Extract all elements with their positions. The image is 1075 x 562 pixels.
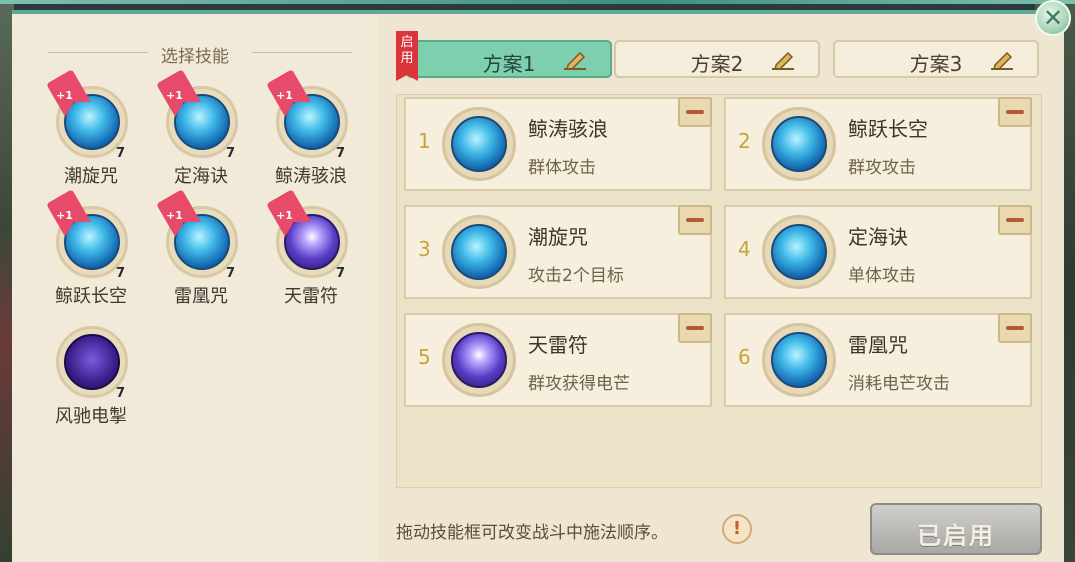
skill-slot-3[interactable]: 3 潮旋咒攻击2个目标 xyxy=(404,205,712,299)
minus-icon xyxy=(686,218,704,222)
slot-skill-name: 雷凰咒 xyxy=(848,333,908,357)
skill-card[interactable]: +1 7 雷凰咒 xyxy=(158,206,244,316)
enabled-button[interactable]: 已启用 xyxy=(870,503,1042,555)
skill-level: 7 xyxy=(336,266,346,281)
slot-skill-name: 天雷符 xyxy=(528,333,588,357)
tab-plan-3[interactable]: 方案3 xyxy=(833,40,1039,78)
skill-name: 天雷符 xyxy=(284,286,338,307)
skill-level: 7 xyxy=(336,146,346,161)
minus-icon xyxy=(1006,218,1024,222)
title-divider-right xyxy=(252,52,352,53)
close-button[interactable]: ✕ xyxy=(1035,0,1071,36)
skill-name: 定海诀 xyxy=(174,166,228,187)
remove-skill-button[interactable] xyxy=(678,97,712,127)
skill-icon xyxy=(64,334,120,390)
skill-slot-2[interactable]: 2 鲸跃长空群攻攻击 xyxy=(724,97,1032,191)
skill-level: 7 xyxy=(226,146,236,161)
drag-hint-text: 拖动技能框可改变战斗中施法顺序。 xyxy=(396,523,668,543)
minus-icon xyxy=(1006,326,1024,330)
info-symbol: ! xyxy=(732,518,742,539)
slot-skill-desc: 攻击2个目标 xyxy=(528,266,624,286)
upgrade-badge: +1 xyxy=(166,209,183,222)
slot-number: 3 xyxy=(418,237,431,261)
slot-icon-frame xyxy=(442,323,516,397)
skill-name: 鲸跃长空 xyxy=(55,286,127,307)
slot-skill-name: 定海诀 xyxy=(848,225,908,249)
skill-select-title: 选择技能 xyxy=(161,47,229,67)
slot-skill-name: 鲸涛骇浪 xyxy=(528,117,608,141)
slot-number: 6 xyxy=(738,345,751,369)
rename-pencil-icon[interactable] xyxy=(989,50,1015,70)
slot-icon-frame xyxy=(762,215,836,289)
slot-skill-name: 潮旋咒 xyxy=(528,225,588,249)
skill-level: 7 xyxy=(116,146,126,161)
skill-slot-1[interactable]: 1 鲸涛骇浪群体攻击 xyxy=(404,97,712,191)
upgrade-badge: +1 xyxy=(276,89,293,102)
slot-number: 4 xyxy=(738,237,751,261)
skill-icon xyxy=(451,224,507,280)
upgrade-badge: +1 xyxy=(56,89,73,102)
skill-slot-6[interactable]: 6 雷凰咒消耗电芒攻击 xyxy=(724,313,1032,407)
minus-icon xyxy=(686,110,704,114)
slot-icon-frame xyxy=(442,215,516,289)
skill-icon xyxy=(771,116,827,172)
slot-icon-frame xyxy=(762,107,836,181)
remove-skill-button[interactable] xyxy=(998,97,1032,127)
upgrade-badge: +1 xyxy=(276,209,293,222)
skill-card[interactable]: +1 7 潮旋咒 xyxy=(48,86,134,196)
rename-pencil-icon[interactable] xyxy=(770,50,796,70)
skill-card[interactable]: +1 7 天雷符 xyxy=(268,206,354,316)
skill-name: 雷凰咒 xyxy=(174,286,228,307)
skill-slot-5[interactable]: 5 天雷符群攻获得电芒 xyxy=(404,313,712,407)
enabled-badge: 启用 xyxy=(396,31,418,81)
skill-level: 7 xyxy=(226,266,236,281)
slot-icon-frame xyxy=(442,107,516,181)
skill-icon xyxy=(451,116,507,172)
skill-card[interactable]: 7 风驰电掣 xyxy=(48,326,134,436)
minus-icon xyxy=(686,326,704,330)
slot-icon-frame xyxy=(762,323,836,397)
remove-skill-button[interactable] xyxy=(998,313,1032,343)
skill-level: 7 xyxy=(116,386,126,401)
remove-skill-button[interactable] xyxy=(678,205,712,235)
tab-plan-1[interactable]: 方案1 xyxy=(406,40,612,78)
skill-card[interactable]: +1 7 鲸跃长空 xyxy=(48,206,134,316)
remove-skill-button[interactable] xyxy=(998,205,1032,235)
skill-name: 鲸涛骇浪 xyxy=(275,166,347,187)
enabled-button-label: 已启用 xyxy=(917,522,995,550)
minus-icon xyxy=(1006,110,1024,114)
slot-number: 1 xyxy=(418,129,431,153)
skill-card[interactable]: +1 7 鲸涛骇浪 xyxy=(268,86,354,196)
skill-icon xyxy=(771,224,827,280)
slot-skill-desc: 群攻攻击 xyxy=(848,158,916,178)
info-icon[interactable]: ! xyxy=(722,514,752,544)
upgrade-badge: +1 xyxy=(166,89,183,102)
slot-number: 5 xyxy=(418,345,431,369)
tab-plan-2[interactable]: 方案2 xyxy=(614,40,820,78)
skill-level: 7 xyxy=(116,266,126,281)
skill-name: 风驰电掣 xyxy=(55,406,127,427)
slot-skill-name: 鲸跃长空 xyxy=(848,117,928,141)
skill-slot-4[interactable]: 4 定海诀单体攻击 xyxy=(724,205,1032,299)
skill-name: 潮旋咒 xyxy=(64,166,118,187)
skill-card[interactable]: +1 7 定海诀 xyxy=(158,86,244,196)
close-icon: ✕ xyxy=(1042,4,1064,32)
skill-select-header: 选择技能 xyxy=(12,42,378,67)
slot-skill-desc: 单体攻击 xyxy=(848,266,916,286)
upgrade-badge: +1 xyxy=(56,209,73,222)
skill-icon xyxy=(771,332,827,388)
slot-skill-desc: 消耗电芒攻击 xyxy=(848,374,950,394)
slot-skill-desc: 群体攻击 xyxy=(528,158,596,178)
slot-skill-desc: 群攻获得电芒 xyxy=(528,374,630,394)
skill-icon xyxy=(451,332,507,388)
slot-number: 2 xyxy=(738,129,751,153)
remove-skill-button[interactable] xyxy=(678,313,712,343)
rename-pencil-icon[interactable] xyxy=(562,50,588,70)
window-top-band xyxy=(0,0,1075,4)
